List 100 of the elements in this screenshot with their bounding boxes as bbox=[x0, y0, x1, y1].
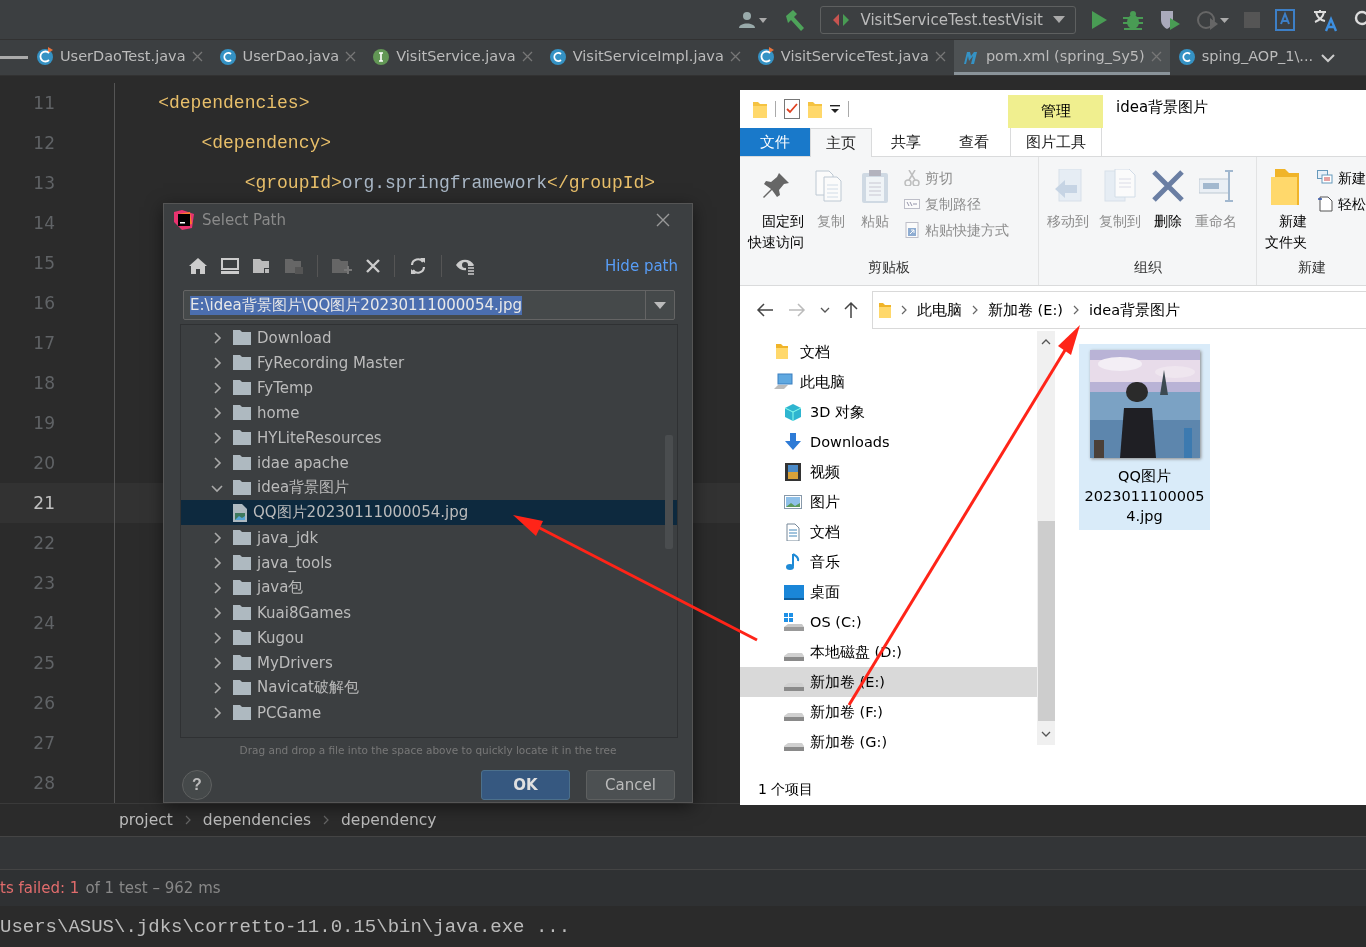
scrollbar[interactable] bbox=[665, 435, 673, 549]
delete-icon[interactable] bbox=[366, 259, 380, 273]
editor-tab[interactable]: VisitServiceImpl.java bbox=[540, 40, 749, 75]
nav-item[interactable]: 文档 bbox=[740, 337, 1037, 367]
ribbon-button[interactable]: 固定到快速访问 bbox=[748, 169, 804, 253]
tree-item[interactable]: Navicat破解包 bbox=[181, 675, 677, 700]
chevron-right-icon[interactable] bbox=[211, 556, 223, 569]
tree-item[interactable]: idae apache bbox=[181, 450, 677, 475]
nav-item[interactable]: 视频 bbox=[740, 457, 1037, 487]
close-icon[interactable] bbox=[345, 50, 357, 62]
scroll-down-icon[interactable] bbox=[1041, 731, 1051, 737]
translate-document-icon[interactable] bbox=[1274, 7, 1298, 32]
address-crumb[interactable]: 此电脑 bbox=[917, 300, 962, 320]
nav-item[interactable]: 桌面 bbox=[740, 577, 1037, 607]
ribbon-button[interactable]: 新建文件夹 bbox=[1265, 169, 1307, 253]
chevron-right-icon[interactable] bbox=[211, 406, 223, 419]
chevron-right-icon[interactable] bbox=[211, 706, 223, 719]
chevron-right-icon[interactable] bbox=[211, 681, 223, 694]
nav-item[interactable]: 3D 对象 bbox=[740, 397, 1037, 427]
file-item[interactable]: QQ图片20230111000054.jpg bbox=[1079, 344, 1210, 530]
tree-item[interactable]: Kugou bbox=[181, 625, 677, 650]
customize-caret-icon[interactable] bbox=[830, 104, 840, 114]
nav-item[interactable]: 此电脑 bbox=[740, 367, 1037, 397]
run-configuration-dropdown[interactable]: VisitServiceTest.testVisit bbox=[819, 5, 1076, 34]
chevron-right-icon[interactable] bbox=[211, 331, 223, 344]
address-crumb[interactable]: 新加卷 (E:) bbox=[988, 300, 1063, 320]
tree-item[interactable]: java_tools bbox=[181, 550, 677, 575]
ribbon-tab[interactable]: 共享 bbox=[872, 128, 940, 156]
tree-item[interactable]: java_jdk bbox=[181, 525, 677, 550]
close-icon[interactable] bbox=[191, 50, 203, 62]
ribbon-button[interactable]: 新建 bbox=[1317, 165, 1366, 191]
editor-tab[interactable]: UserDaoTest.java bbox=[28, 40, 211, 75]
home-icon[interactable] bbox=[189, 258, 207, 274]
nav-item[interactable]: 文档 bbox=[740, 517, 1037, 547]
tree-item[interactable]: FyTemp bbox=[181, 375, 677, 400]
editor-tab[interactable]: pom.xml (spring_Sy5) bbox=[953, 40, 1170, 75]
up-arrow-icon[interactable] bbox=[844, 301, 858, 319]
chevron-down-icon[interactable] bbox=[1321, 52, 1336, 63]
translate-icon[interactable] bbox=[1312, 7, 1338, 32]
nav-item[interactable]: 图片 bbox=[740, 487, 1037, 517]
breadcrumb-item[interactable]: dependencies bbox=[202, 811, 311, 829]
scrollbar[interactable] bbox=[1037, 331, 1055, 745]
show-hidden-icon[interactable] bbox=[456, 257, 476, 275]
help-button[interactable]: ? bbox=[182, 770, 212, 800]
tree-item[interactable]: PCGame bbox=[181, 700, 677, 725]
address-bar[interactable]: 此电脑 新加卷 (E:) idea背景图片 bbox=[872, 291, 1366, 329]
scroll-up-icon[interactable] bbox=[1041, 339, 1051, 345]
tree-item[interactable]: FyRecording Master bbox=[181, 350, 677, 375]
tree-item[interactable]: home bbox=[181, 400, 677, 425]
chevron-right-icon[interactable] bbox=[211, 431, 223, 444]
tree-item[interactable]: HYLiteResources bbox=[181, 425, 677, 450]
path-field[interactable]: E:\idea背景图片\QQ图片20230111000054.jpg bbox=[183, 290, 675, 320]
desktop-icon[interactable] bbox=[221, 258, 239, 274]
cancel-button[interactable]: Cancel bbox=[586, 770, 675, 800]
back-arrow-icon[interactable] bbox=[756, 303, 774, 317]
tree-item[interactable]: java包 bbox=[181, 575, 677, 600]
nav-item[interactable]: 音乐 bbox=[740, 547, 1037, 577]
breadcrumb-item[interactable]: project bbox=[119, 811, 173, 829]
refresh-icon[interactable] bbox=[409, 257, 427, 275]
run-icon[interactable] bbox=[1090, 9, 1108, 30]
tree-item[interactable]: Kuai8Games bbox=[181, 600, 677, 625]
properties-icon[interactable] bbox=[784, 99, 800, 119]
chevron-right-icon[interactable] bbox=[211, 656, 223, 669]
project-folder-icon[interactable] bbox=[253, 258, 271, 274]
new-folder-icon[interactable] bbox=[332, 258, 352, 274]
nav-item[interactable]: 新加卷 (G:) bbox=[740, 727, 1037, 757]
ribbon-tab[interactable]: 文件 bbox=[740, 128, 810, 156]
collapse-icon[interactable] bbox=[0, 55, 28, 60]
users-icon[interactable] bbox=[737, 9, 768, 30]
close-icon[interactable] bbox=[521, 50, 533, 62]
ribbon-button[interactable]: 轻松 bbox=[1317, 191, 1366, 217]
editor-tab[interactable]: VisitServiceTest.java bbox=[748, 40, 954, 75]
chevron-right-icon[interactable] bbox=[211, 381, 223, 394]
chevron-right-icon[interactable] bbox=[211, 456, 223, 469]
close-icon[interactable] bbox=[729, 50, 741, 62]
editor-tab[interactable]: sping_AOP_1\... bbox=[1169, 40, 1322, 75]
recent-caret-icon[interactable] bbox=[820, 307, 830, 313]
nav-item[interactable]: Downloads bbox=[740, 427, 1037, 457]
tree-item[interactable]: idea背景图片 bbox=[181, 475, 677, 500]
editor-tab[interactable]: VisitService.java bbox=[364, 40, 541, 75]
scrollbar-thumb[interactable] bbox=[1037, 521, 1055, 721]
ribbon-button[interactable]: 删除 bbox=[1151, 169, 1186, 232]
ribbon-tab[interactable]: 图片工具 bbox=[1010, 128, 1102, 156]
chevron-right-icon[interactable] bbox=[211, 631, 223, 644]
tree-item[interactable]: QQ图片20230111000054.jpg bbox=[181, 500, 677, 525]
ribbon-tab[interactable]: 主页 bbox=[810, 128, 872, 157]
close-icon[interactable] bbox=[656, 213, 670, 227]
chevron-right-icon[interactable] bbox=[211, 356, 223, 369]
close-icon[interactable] bbox=[934, 50, 946, 62]
editor-tab[interactable]: UserDao.java bbox=[210, 40, 365, 75]
nav-item[interactable]: OS (C:) bbox=[740, 607, 1037, 637]
chevron-right-icon[interactable] bbox=[211, 606, 223, 619]
chevron-right-icon[interactable] bbox=[211, 581, 223, 594]
hide-path-link[interactable]: Hide path bbox=[604, 257, 678, 275]
tree-item[interactable]: Download bbox=[181, 325, 677, 350]
breadcrumb-item[interactable]: dependency bbox=[341, 811, 437, 829]
ok-button[interactable]: OK bbox=[481, 770, 570, 800]
address-crumb[interactable]: idea背景图片 bbox=[1089, 300, 1181, 320]
bug-icon[interactable] bbox=[1122, 8, 1144, 31]
chevron-right-icon[interactable] bbox=[211, 531, 223, 544]
